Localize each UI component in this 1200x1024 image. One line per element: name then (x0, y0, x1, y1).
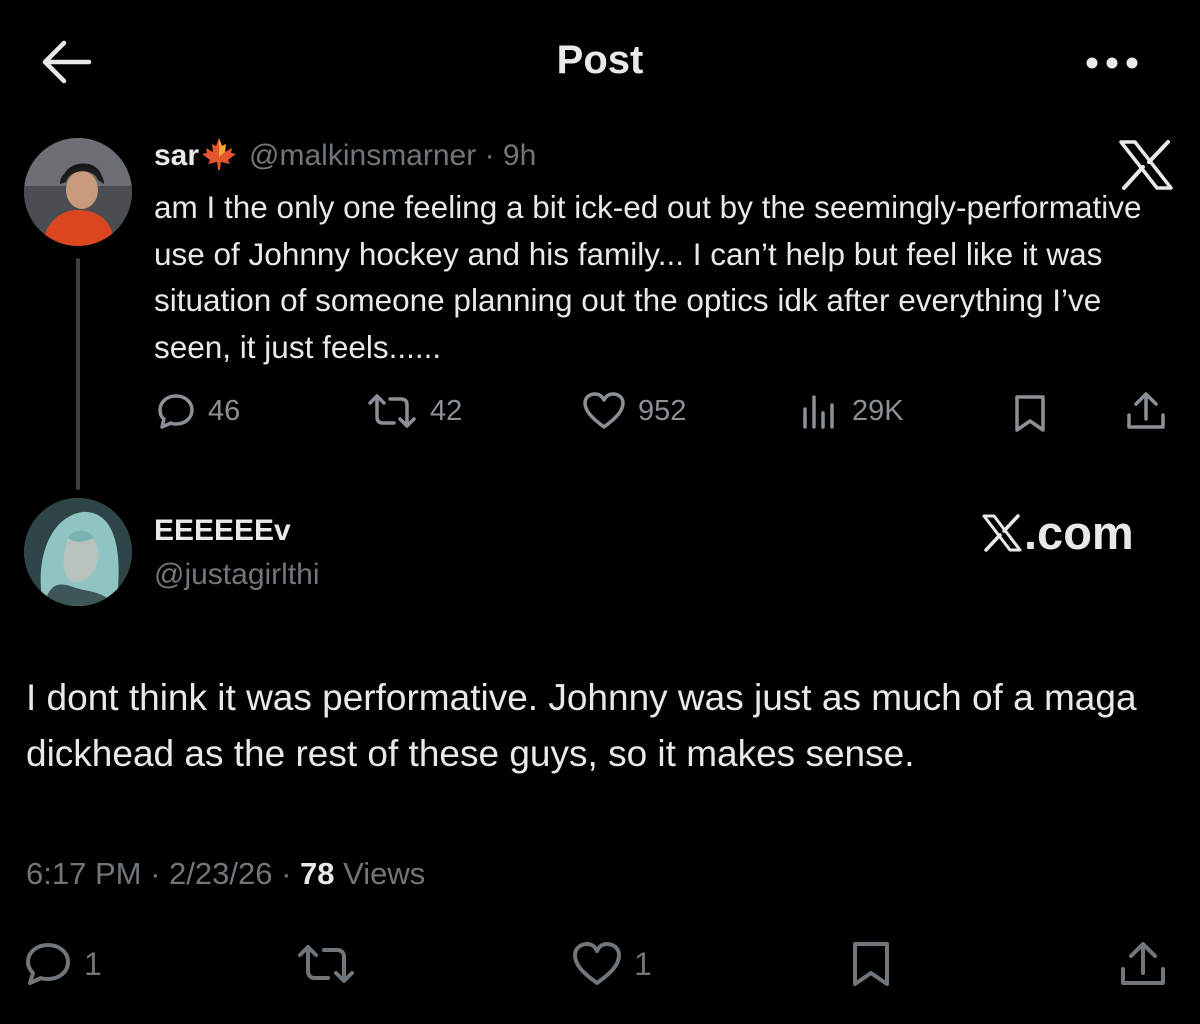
reply-handle[interactable]: @justagirlthi (154, 558, 320, 592)
quoted-post-header: sar @malkinsmarner · 9h (154, 136, 536, 176)
quoted-post-text: am I the only one feeling a bit ick-ed o… (154, 189, 1142, 365)
views-stat[interactable]: 29K (800, 388, 904, 434)
more-options-button[interactable] (1082, 48, 1142, 78)
views-label: Views (343, 856, 426, 891)
post-time: 6:17 PM (26, 856, 142, 891)
bookmark-button[interactable] (850, 938, 904, 990)
x-com-watermark: .com (982, 505, 1134, 560)
avatar[interactable] (24, 138, 132, 246)
repost-stat[interactable]: 42 (366, 388, 462, 434)
reply-display-name[interactable]: EEEEEEv (154, 514, 291, 548)
x-logo-icon (982, 513, 1022, 552)
reply-count: 1 (84, 945, 102, 982)
heart-icon (583, 392, 625, 429)
bookmark-icon (853, 942, 889, 986)
meta-separator: · (281, 856, 292, 891)
quoted-display-name[interactable]: sar (154, 139, 199, 172)
repost-button[interactable] (296, 938, 368, 990)
x-logo-icon (1118, 140, 1174, 190)
watermark-text: .com (1024, 506, 1134, 559)
share-icon (1121, 942, 1165, 985)
quoted-handle[interactable]: @malkinsmarner (249, 139, 476, 172)
share-button[interactable] (1118, 938, 1180, 990)
bookmark-icon (1015, 395, 1045, 432)
repost-count: 42 (430, 394, 463, 427)
bookmark-button[interactable] (1012, 390, 1060, 436)
reply-post-text: I dont think it was performative. Johnny… (26, 677, 1137, 774)
share-button[interactable] (1124, 388, 1180, 434)
like-button[interactable]: 1 (572, 938, 652, 990)
post-date: 2/23/26 (169, 856, 273, 891)
reply-icon (158, 394, 194, 429)
meta-separator: · (150, 856, 161, 891)
reply-button[interactable]: 1 (24, 938, 102, 990)
page-title: Post (556, 38, 644, 82)
views-count: 29K (852, 394, 904, 427)
reply-stat[interactable]: 46 (156, 388, 240, 434)
reply-count: 46 (208, 394, 241, 427)
like-count: 952 (638, 394, 687, 427)
views-count: 78 (300, 856, 335, 891)
quoted-age: 9h (502, 139, 537, 172)
repost-icon (298, 945, 354, 983)
avatar[interactable] (24, 498, 132, 606)
thread-connector (76, 258, 80, 490)
bar-chart-icon (803, 395, 834, 429)
meta-separator: · (484, 139, 495, 172)
repost-icon (368, 394, 416, 428)
post-meta: 6:17 PM · 2/23/26 · 78 Views (26, 856, 425, 892)
share-icon (1127, 392, 1165, 429)
more-horizontal-icon (1086, 57, 1138, 69)
heart-icon (573, 942, 621, 985)
reply-icon (26, 943, 70, 985)
maple-leaf-icon (201, 137, 237, 171)
like-stat[interactable]: 952 (582, 388, 686, 434)
like-count: 1 (634, 945, 652, 982)
